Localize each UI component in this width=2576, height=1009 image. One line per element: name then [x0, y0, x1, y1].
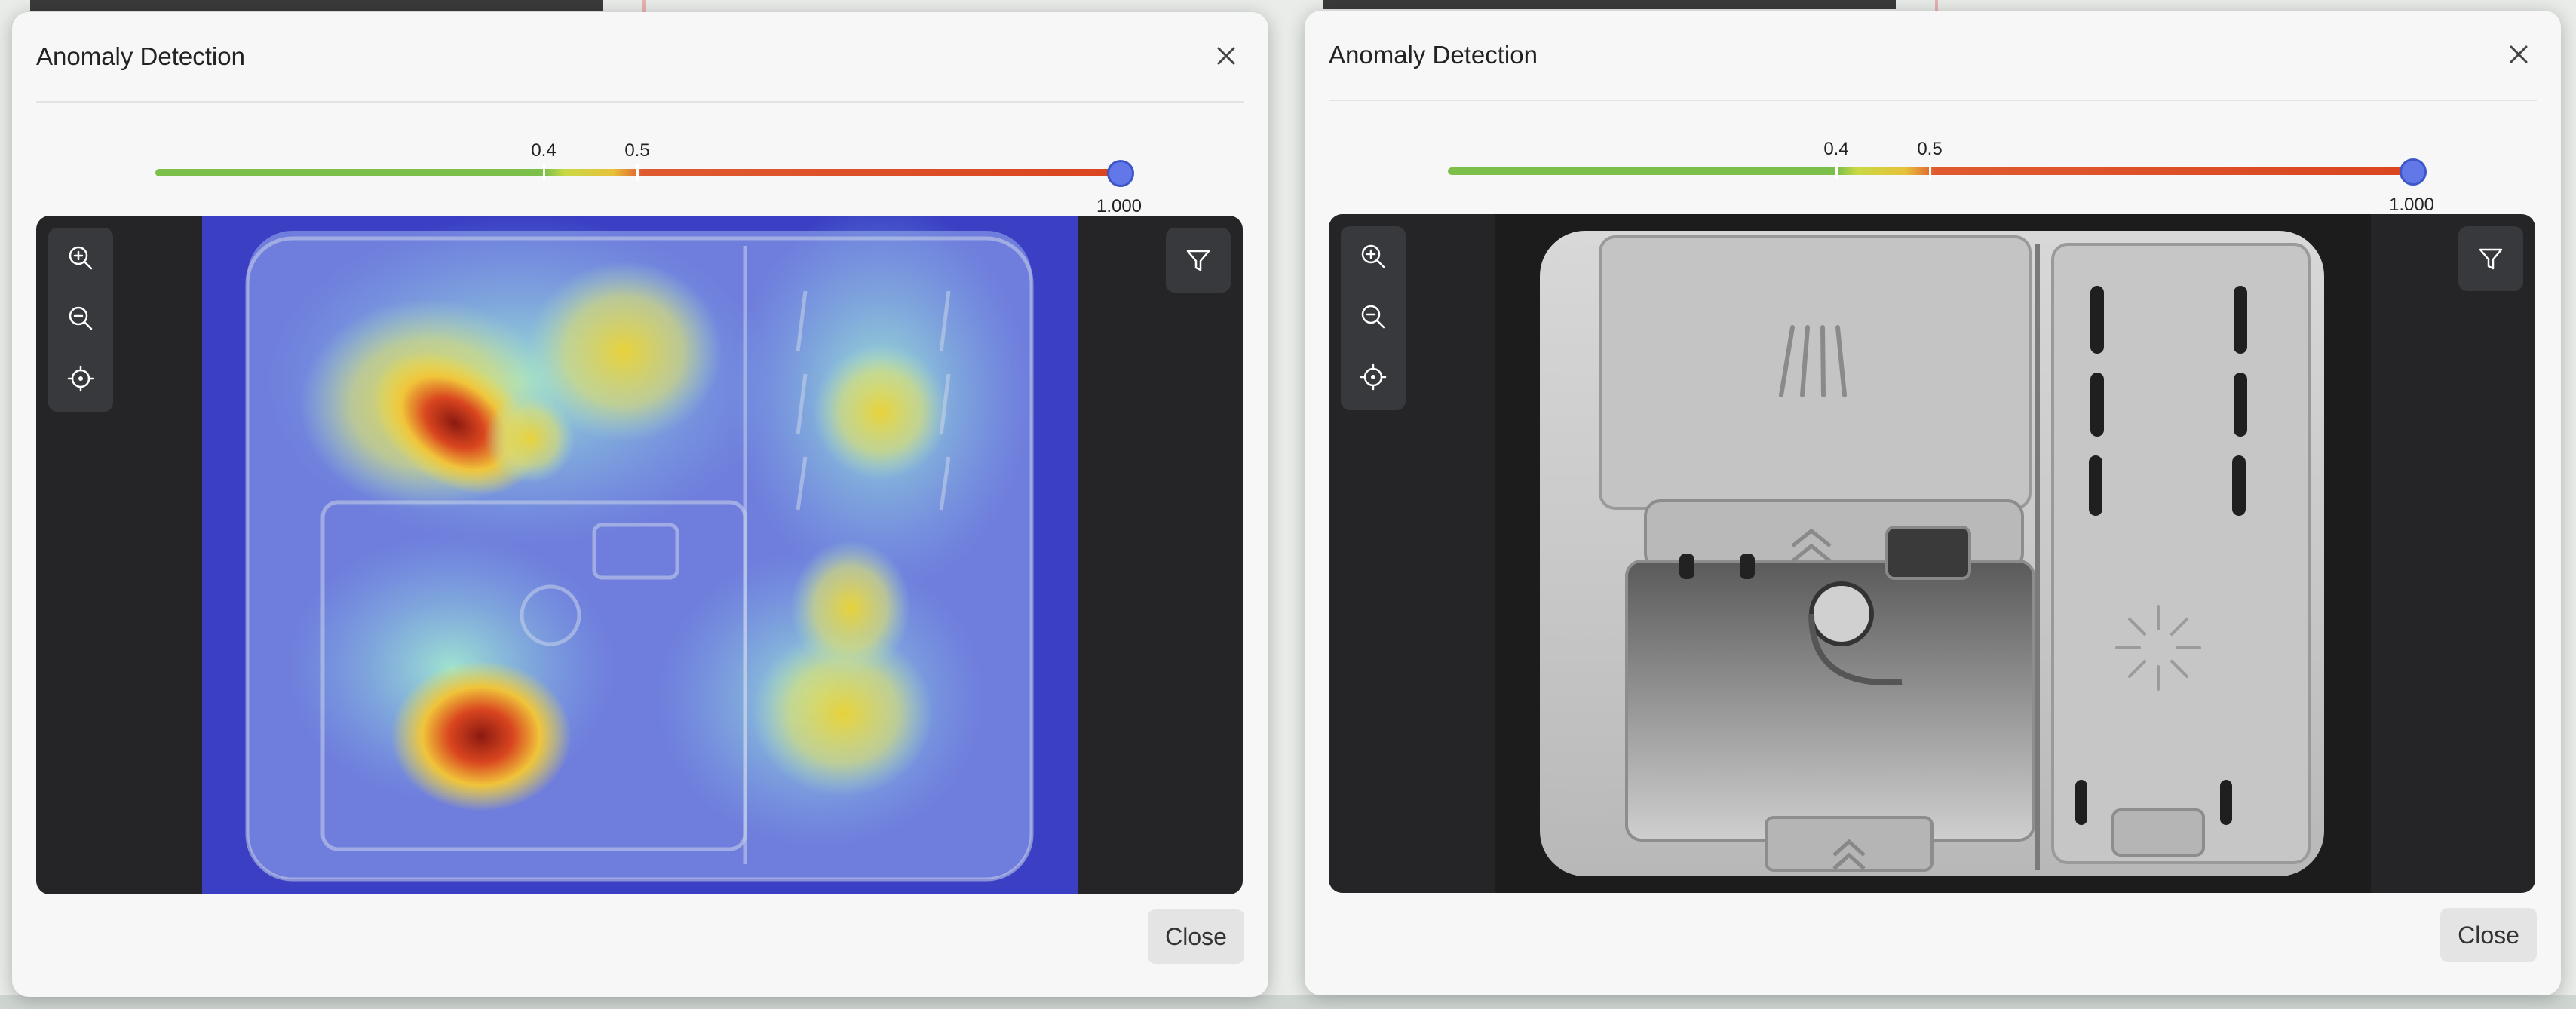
threshold-high-marker: [636, 164, 639, 181]
crosshair-icon[interactable]: [58, 356, 103, 401]
filter-icon[interactable]: [1166, 228, 1231, 293]
slider-track[interactable]: [155, 169, 1130, 176]
threshold-slider[interactable]: 0.4 0.5 1.000: [1448, 139, 2434, 215]
zoom-out-icon[interactable]: [58, 296, 103, 341]
threshold-low-marker: [543, 164, 545, 181]
threshold-high-label: 0.5: [624, 140, 650, 161]
close-icon[interactable]: [2505, 41, 2532, 68]
threshold-high-marker: [1929, 163, 1931, 179]
zoom-toolbar: [1341, 226, 1406, 410]
dialog-title: Anomaly Detection: [36, 42, 245, 70]
slider-value: 1.000: [2388, 195, 2435, 215]
threshold-high-label: 0.5: [1917, 139, 1943, 159]
image-viewer[interactable]: [36, 216, 1243, 894]
threshold-slider[interactable]: 0.4 0.5 1.000: [155, 140, 1142, 216]
filter-icon[interactable]: [2458, 226, 2523, 291]
image-viewer[interactable]: [1329, 214, 2535, 893]
header-divider: [1329, 100, 2537, 101]
anomaly-dialog-heatmap: Anomaly Detection 0.4 0.5 1.000 Close: [12, 12, 1268, 997]
dialog-title: Anomaly Detection: [1329, 41, 1538, 69]
background-app: [0, 995, 2576, 1009]
anomaly-dialog-original: Anomaly Detection 0.4 0.5 1.000 Close: [1305, 11, 2561, 995]
slider-handle[interactable]: [2400, 158, 2427, 186]
close-button[interactable]: Close: [1148, 909, 1244, 964]
zoom-toolbar: [48, 228, 113, 412]
background-app: [30, 0, 603, 11]
zoom-in-icon[interactable]: [58, 235, 103, 281]
threshold-low-marker: [1835, 163, 1838, 179]
zoom-in-icon[interactable]: [1351, 234, 1396, 279]
slider-value: 1.000: [1096, 196, 1142, 216]
original-image[interactable]: [1495, 214, 2371, 893]
threshold-low-label: 0.4: [1823, 139, 1849, 159]
slider-track[interactable]: [1448, 167, 2422, 175]
close-button[interactable]: Close: [2440, 908, 2537, 962]
threshold-low-label: 0.4: [531, 140, 557, 161]
crosshair-icon[interactable]: [1351, 354, 1396, 400]
heatmap-image[interactable]: [202, 216, 1078, 894]
background-app: [1323, 0, 1896, 9]
slider-handle[interactable]: [1107, 160, 1134, 187]
zoom-out-icon[interactable]: [1351, 294, 1396, 339]
close-icon[interactable]: [1213, 42, 1240, 69]
header-divider: [36, 101, 1244, 103]
